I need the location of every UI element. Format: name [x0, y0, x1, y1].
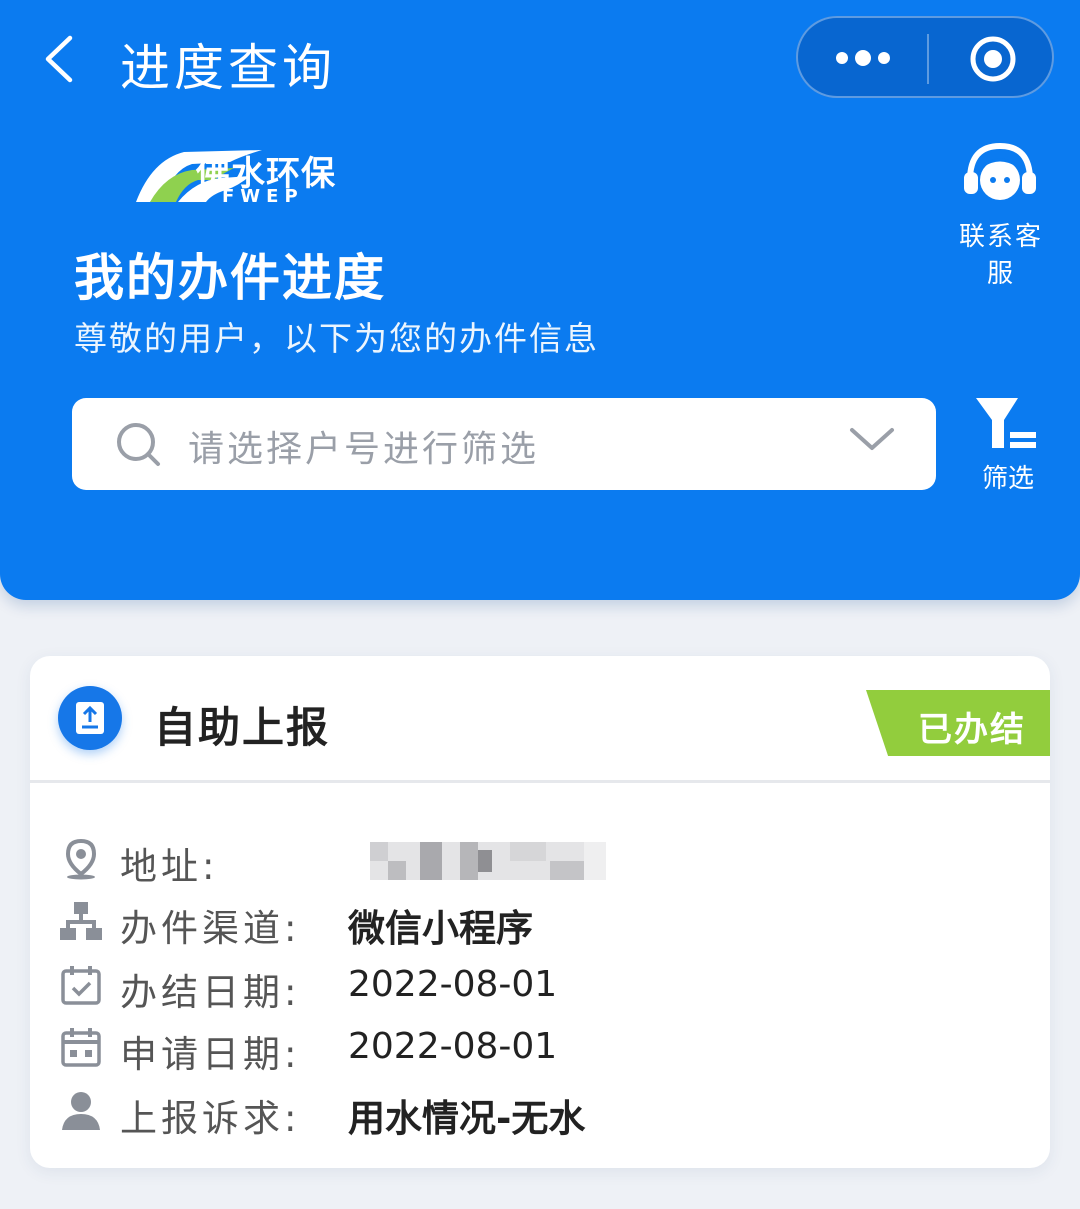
capsule-divider: [927, 34, 929, 84]
customer-service-icon: [964, 142, 1036, 200]
channel-label: 办件渠道:: [120, 907, 301, 950]
filter-label: 筛选: [981, 464, 1034, 494]
page-title: 我的办件进度: [74, 249, 386, 307]
search-icon: [117, 423, 160, 466]
calendar-check-icon: [61, 966, 101, 1005]
contact-service-label: 联系客服: [958, 222, 1043, 289]
upload-report-icon: [58, 686, 122, 750]
detail-row-request: 上报诉求: 用水情况-无水: [60, 1082, 1020, 1140]
filter-funnel-icon: [976, 398, 1036, 448]
request-value: 用水情况-无水: [348, 1097, 586, 1140]
filter-button[interactable]: 筛选: [960, 394, 1056, 494]
user-icon: [62, 1092, 100, 1130]
address-label: 地址:: [120, 845, 219, 888]
completed-date-label: 办结日期:: [120, 971, 301, 1014]
detail-row-apply-date: 申请日期: 2022-08-01: [60, 1018, 1020, 1076]
more-icon[interactable]: [834, 48, 892, 68]
close-target-icon[interactable]: [968, 34, 1018, 84]
status-badge: 已办结: [866, 690, 1050, 756]
apply-date-label: 申请日期:: [120, 1033, 301, 1076]
org-tree-icon: [60, 902, 102, 940]
contact-service-button[interactable]: 联系客服: [940, 140, 1060, 289]
detail-row-address: 地址:: [60, 830, 1020, 888]
location-pin-icon: [65, 838, 97, 880]
header-banner: 进度查询 佛水环保 FWEP 联系客服 我的办件进度 尊敬的用户，以下为您的办件…: [0, 0, 1080, 600]
nav-bar: 进度查询: [0, 0, 1080, 120]
status-badge-label: 已办结: [918, 710, 1026, 750]
calendar-icon: [61, 1028, 101, 1067]
request-label: 上报诉求:: [120, 1097, 301, 1140]
nav-title: 进度查询: [120, 39, 336, 97]
search-placeholder: 请选择户号进行筛选: [188, 429, 540, 470]
detail-row-channel: 办件渠道: 微信小程序: [60, 892, 1020, 950]
apply-date-value: 2022-08-01: [348, 1026, 558, 1067]
brand-name-en: FWEP: [222, 186, 304, 207]
back-arrow-icon[interactable]: [40, 34, 80, 84]
card-title: 自助上报: [154, 703, 331, 752]
channel-value: 微信小程序: [348, 907, 533, 950]
chevron-down-icon[interactable]: [848, 426, 896, 454]
page-subtitle: 尊敬的用户，以下为您的办件信息: [74, 319, 599, 358]
mini-program-capsule: [796, 16, 1054, 98]
case-card[interactable]: 自助上报 已办结 地址: 办件渠道: 微信小程序 办结日期: 2022-08-0…: [30, 656, 1050, 1168]
account-select-input[interactable]: 请选择户号进行筛选: [72, 398, 936, 490]
completed-date-value: 2022-08-01: [348, 964, 558, 1005]
address-redacted-mosaic: [370, 842, 606, 880]
detail-row-completed-date: 办结日期: 2022-08-01: [60, 956, 1020, 1014]
card-divider: [30, 780, 1050, 783]
